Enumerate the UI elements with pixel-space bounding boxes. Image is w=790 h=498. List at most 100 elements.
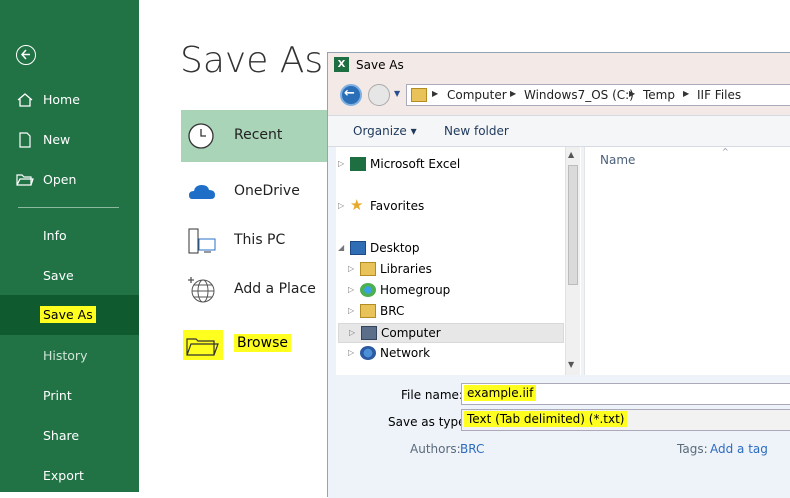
sidebar-divider xyxy=(18,207,119,208)
nav-export[interactable]: Export xyxy=(0,456,139,496)
tree-item-desktop[interactable]: ◢ Desktop xyxy=(338,239,558,259)
folder-icon xyxy=(183,330,223,360)
chevron-right-icon: ▶ xyxy=(629,89,636,98)
cloud-icon xyxy=(187,178,217,208)
save-as-dialog: X Save As ▼ ▶ Computer ▶ Windows7_OS (C:… xyxy=(327,52,790,498)
save-locations-panel: Save As Recent OneDrive This PC Add a Pl… xyxy=(139,0,331,492)
sort-ascending-icon: ^ xyxy=(722,147,729,156)
nav-history-label: History xyxy=(43,348,88,363)
nav-share-label: Share xyxy=(43,428,80,443)
expand-arrow-icon[interactable]: ▷ xyxy=(348,264,354,273)
expand-arrow-icon[interactable]: ▷ xyxy=(349,328,355,337)
nav-new-label: New xyxy=(43,132,71,147)
tree-scrollbar[interactable]: ▲ ▼ xyxy=(565,147,580,375)
file-name-field[interactable]: example.iif xyxy=(461,383,790,405)
nav-history[interactable]: History xyxy=(0,336,139,376)
homegroup-icon xyxy=(360,283,376,297)
clock-icon xyxy=(187,122,217,152)
column-header-name[interactable]: Name xyxy=(600,153,635,167)
tree-label: Desktop xyxy=(370,241,420,255)
page-title: Save As xyxy=(180,40,324,81)
nav-info[interactable]: Info xyxy=(0,216,139,256)
star-icon: ★ xyxy=(350,196,364,214)
dialog-titlebar: X Save As xyxy=(328,53,790,79)
expand-arrow-icon[interactable]: ▷ xyxy=(348,348,354,357)
dialog-toolbar: Organize ▾ New folder xyxy=(328,115,790,147)
new-folder-button[interactable]: New folder xyxy=(444,124,509,138)
breadcrumb[interactable]: ▶ Computer ▶ Windows7_OS (C:) ▶ Temp ▶ I… xyxy=(406,84,790,106)
desktop-icon xyxy=(350,241,366,255)
nav-export-label: Export xyxy=(43,468,84,483)
navigation-tree: ▷ Microsoft Excel ▷ ★ Favorites ◢ Deskto… xyxy=(336,147,581,375)
breadcrumb-temp[interactable]: Temp xyxy=(643,88,675,102)
scroll-up-icon[interactable]: ▲ xyxy=(568,150,574,159)
nav-print-label: Print xyxy=(43,388,72,403)
user-folder-icon xyxy=(360,304,376,318)
breadcrumb-computer[interactable]: Computer xyxy=(447,88,507,102)
tree-item-brc[interactable]: ▷ BRC xyxy=(348,302,558,322)
nav-back-button[interactable] xyxy=(340,84,362,106)
collapse-arrow-icon[interactable]: ◢ xyxy=(338,243,344,252)
tree-item-computer[interactable]: ▷ Computer xyxy=(338,323,564,343)
nav-home-label: Home xyxy=(43,92,80,107)
excel-app-icon: X xyxy=(334,57,349,72)
location-this-pc-label: This PC xyxy=(234,232,286,248)
network-icon xyxy=(360,346,376,360)
scroll-down-icon[interactable]: ▼ xyxy=(568,360,574,369)
location-recent[interactable]: Recent xyxy=(181,110,331,162)
chevron-right-icon: ▶ xyxy=(683,89,690,98)
nav-home[interactable]: Home xyxy=(0,80,139,120)
libraries-icon xyxy=(360,262,376,276)
dialog-title: Save As xyxy=(356,58,404,72)
save-as-type-label: Save as type: xyxy=(388,415,470,429)
nav-open[interactable]: Open xyxy=(0,160,139,200)
recent-pages-dropdown-icon[interactable]: ▼ xyxy=(394,89,400,98)
authors-value[interactable]: BRC xyxy=(460,442,484,456)
expand-arrow-icon[interactable]: ▷ xyxy=(348,306,354,315)
nav-save-as-label: Save As xyxy=(40,306,96,323)
expand-arrow-icon[interactable]: ▷ xyxy=(338,201,344,210)
nav-new[interactable]: New xyxy=(0,120,139,160)
nav-print[interactable]: Print xyxy=(0,376,139,416)
tree-label: Computer xyxy=(381,326,441,340)
nav-open-label: Open xyxy=(43,172,77,187)
new-document-icon xyxy=(16,132,34,148)
folder-icon xyxy=(411,88,427,102)
nav-info-label: Info xyxy=(43,228,67,243)
tree-item-favorites[interactable]: ▷ ★ Favorites xyxy=(338,196,558,217)
computer-icon xyxy=(361,326,377,340)
location-onedrive-label: OneDrive xyxy=(234,183,300,199)
breadcrumb-drive[interactable]: Windows7_OS (C:) xyxy=(524,88,634,102)
nav-save[interactable]: Save xyxy=(0,256,139,296)
scroll-thumb[interactable] xyxy=(568,165,578,285)
backstage-sidebar: Home New Open Info Save Save As History … xyxy=(0,0,139,492)
tree-label: Homegroup xyxy=(380,283,451,297)
excel-icon xyxy=(350,157,366,171)
tree-label: BRC xyxy=(380,304,405,318)
expand-arrow-icon[interactable]: ▷ xyxy=(338,159,344,168)
tree-item-network[interactable]: ▷ Network xyxy=(348,344,558,364)
tree-item-homegroup[interactable]: ▷ Homegroup xyxy=(348,281,558,301)
back-arrow-circle-icon[interactable] xyxy=(16,45,36,65)
address-bar-row: ▼ ▶ Computer ▶ Windows7_OS (C:) ▶ Temp ▶… xyxy=(328,79,790,115)
nav-forward-button[interactable] xyxy=(368,84,390,106)
add-tag-link[interactable]: Add a tag xyxy=(710,442,768,456)
chevron-right-icon: ▶ xyxy=(510,89,517,98)
authors-label: Authors: xyxy=(410,442,461,456)
nav-save-as[interactable]: Save As xyxy=(0,295,139,335)
location-add-a-place-label: Add a Place xyxy=(234,281,316,297)
expand-arrow-icon[interactable]: ▷ xyxy=(348,285,354,294)
save-as-type-value: Text (Tab delimited) (*.txt) xyxy=(464,411,628,427)
open-folder-icon xyxy=(16,172,34,188)
tree-item-microsoft-excel[interactable]: ▷ Microsoft Excel xyxy=(338,155,558,175)
home-icon xyxy=(16,92,34,108)
save-options-panel: File name: example.iif Save as type: Tex… xyxy=(328,375,790,498)
location-recent-label: Recent xyxy=(234,127,283,143)
breadcrumb-iif-files[interactable]: IIF Files xyxy=(697,88,741,102)
globe-add-icon xyxy=(187,276,217,306)
nav-share[interactable]: Share xyxy=(0,416,139,456)
tree-label: Libraries xyxy=(380,262,432,276)
tree-item-libraries[interactable]: ▷ Libraries xyxy=(348,260,558,280)
organize-button[interactable]: Organize ▾ xyxy=(353,124,417,138)
save-as-type-select[interactable]: Text (Tab delimited) (*.txt) xyxy=(461,409,790,431)
